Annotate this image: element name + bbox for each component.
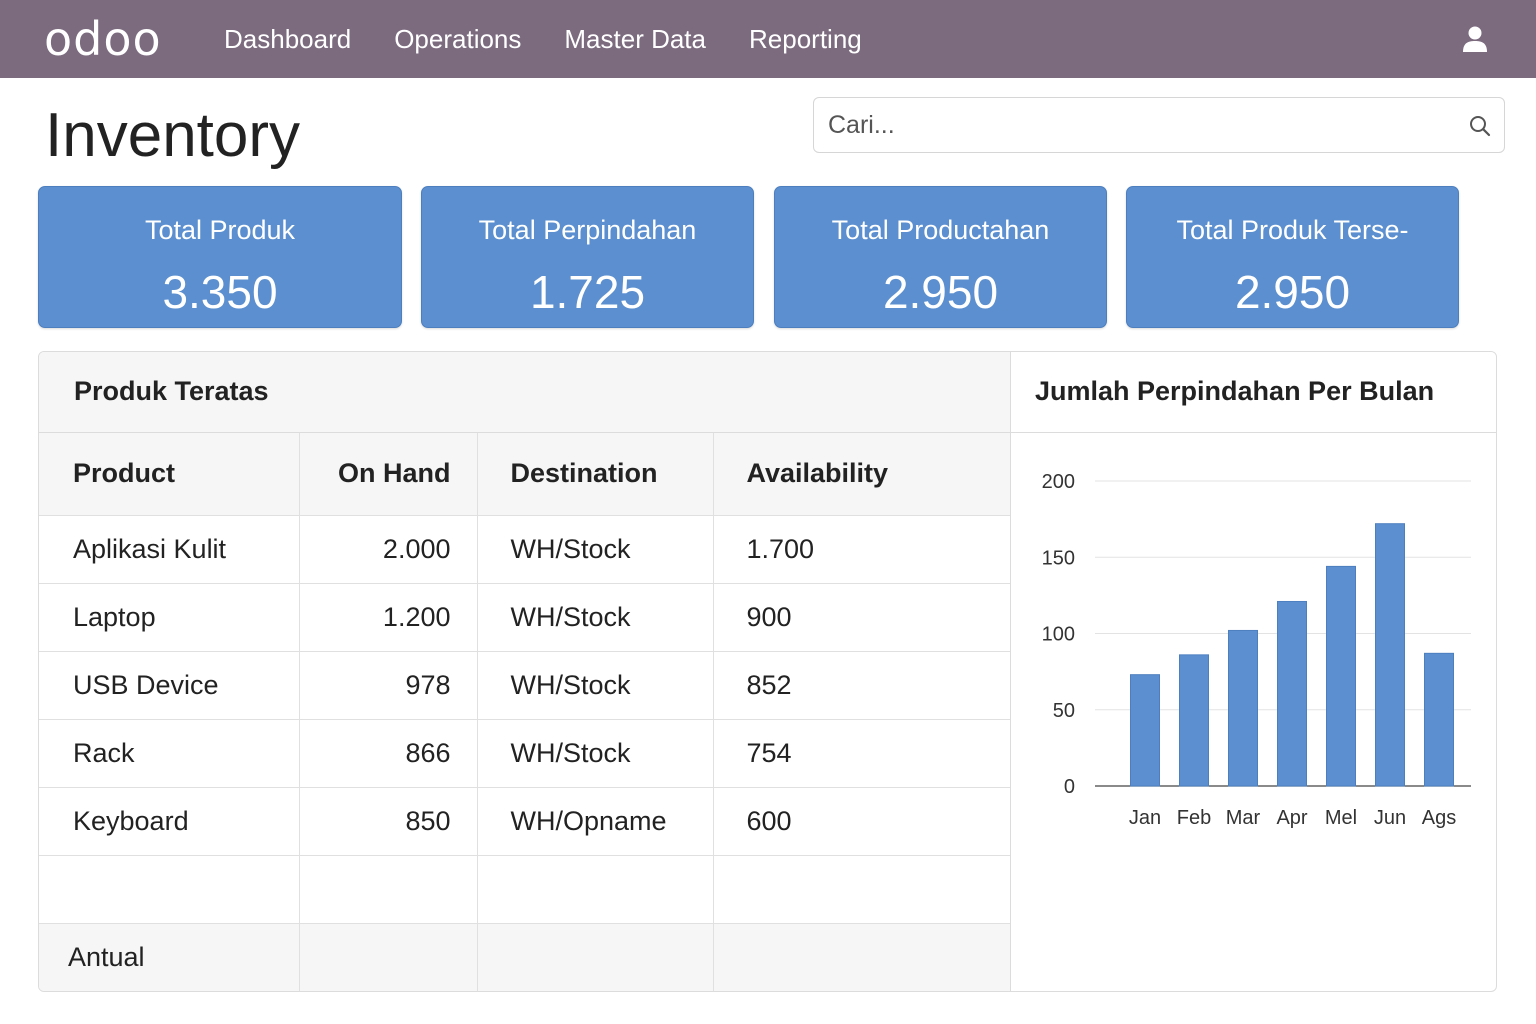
cell-availability: 1.700 (713, 515, 1010, 584)
card-total-perpindahan[interactable]: Total Perpindahan 1.725 (421, 186, 754, 328)
main-nav: Dashboard Operations Master Data Reporti… (224, 0, 905, 78)
cell-on-hand: 850 (299, 787, 478, 856)
table-row[interactable]: Keyboard 850 WH/Opname 600 (39, 787, 1010, 856)
user-icon[interactable] (1462, 25, 1488, 53)
x-tick-label: Jun (1374, 807, 1406, 829)
cell-product: USB Device (39, 651, 300, 720)
chart-panel-header: Jumlah Perpindahan Per Bulan (1011, 352, 1496, 433)
column-header-on-hand[interactable]: On Hand (299, 433, 478, 516)
x-tick-label: Apr (1276, 807, 1307, 829)
cell-destination: WH/Opname (477, 787, 714, 856)
card-total-produk[interactable]: Total Produk 3.350 (38, 186, 402, 328)
cell-destination: WH/Stock (477, 719, 714, 788)
search-box (813, 97, 1505, 153)
cell-availability: 852 (713, 651, 1010, 720)
cell-on-hand: 1.200 (299, 583, 478, 652)
x-tick-label: Mar (1226, 807, 1261, 829)
y-tick-label: 0 (1064, 776, 1075, 798)
bar-jan[interactable] (1130, 674, 1160, 787)
card-value: 2.950 (882, 266, 999, 318)
cell-on-hand: 2.000 (299, 515, 478, 584)
y-tick-label: 150 (1042, 547, 1075, 569)
card-value: 1.725 (529, 266, 646, 318)
bar-jun[interactable] (1375, 523, 1405, 787)
cell-product: Laptop (39, 583, 300, 652)
dashboard-panel: Produk Teratas Product On Hand Destinati… (38, 351, 1497, 992)
card-value: 3.350 (162, 266, 278, 318)
empty-cell (477, 855, 714, 924)
card-label: Total Productahan (831, 215, 1050, 245)
empty-cell (713, 855, 1010, 924)
table-footer-row: Antual (39, 923, 1010, 991)
bar-mar[interactable] (1228, 629, 1258, 787)
footer-cell (299, 923, 478, 991)
card-label: Total Produk Terse- (1176, 215, 1409, 245)
bar-ags[interactable] (1424, 652, 1454, 787)
search-icon[interactable] (1468, 114, 1492, 138)
column-header-product[interactable]: Product (39, 433, 300, 516)
card-total-produk-tersedia[interactable]: Total Produk Terse- 2.950 (1126, 186, 1459, 328)
monthly-movement-bar-chart: 0 50 100 150 200 Jan Feb Mar Apr Mel Jun Ags (1042, 471, 1471, 829)
search-input[interactable] (828, 98, 1448, 152)
cell-destination: WH/Stock (477, 583, 714, 652)
footer-cell (477, 923, 714, 991)
x-tick-label: Ags (1422, 807, 1456, 829)
chart-title: Jumlah Perpindahan Per Bulan (1035, 376, 1435, 406)
table-row[interactable]: Rack 866 WH/Stock 754 (39, 719, 1010, 788)
x-tick-label: Jan (1129, 807, 1161, 829)
table-row[interactable]: Aplikasi Kulit 2.000 WH/Stock 1.700 (39, 515, 1010, 584)
nav-operations[interactable]: Operations (394, 24, 521, 55)
bar-apr[interactable] (1277, 600, 1307, 787)
table-header-row: Product On Hand Destination Availability (39, 433, 1010, 516)
cell-availability: 754 (713, 719, 1010, 788)
cell-availability: 900 (713, 583, 1010, 652)
empty-cell (299, 855, 478, 924)
column-header-destination[interactable]: Destination (477, 433, 714, 516)
footer-cell (713, 923, 1010, 991)
chart-panel: Jumlah Perpindahan Per Bulan 0 50 100 150 20… (1010, 352, 1496, 991)
nav-dashboard[interactable]: Dashboard (224, 24, 351, 55)
column-header-availability[interactable]: Availability (713, 433, 1010, 516)
cell-product: Rack (39, 719, 300, 788)
y-tick-label: 200 (1042, 471, 1075, 493)
footer-label: Antual (39, 923, 300, 991)
top-products-table: Product On Hand Destination Availability… (39, 433, 1010, 991)
y-tick-label: 100 (1042, 624, 1075, 646)
table-panel-header: Produk Teratas (39, 352, 1010, 433)
card-value: 2.950 (1234, 266, 1351, 318)
cell-on-hand: 978 (299, 651, 478, 720)
bar-mel[interactable] (1326, 565, 1356, 787)
nav-master-data[interactable]: Master Data (564, 24, 706, 55)
empty-cell (39, 855, 300, 924)
table-row-empty (39, 855, 1010, 924)
table-row[interactable]: USB Device 978 WH/Stock 852 (39, 651, 1010, 720)
table-row[interactable]: Laptop 1.200 WH/Stock 900 (39, 583, 1010, 652)
x-tick-label: Mel (1325, 807, 1357, 829)
table-title: Produk Teratas (74, 376, 269, 406)
cell-on-hand: 866 (299, 719, 478, 788)
y-tick-label: 50 (1053, 700, 1075, 722)
top-navbar: odoo Dashboard Operations Master Data Re… (0, 0, 1536, 78)
card-label: Total Perpindahan (478, 215, 697, 245)
x-tick-label: Feb (1177, 807, 1211, 829)
bar-feb[interactable] (1179, 654, 1209, 787)
cell-product: Aplikasi Kulit (39, 515, 300, 584)
cell-availability: 600 (713, 787, 1010, 856)
nav-reporting[interactable]: Reporting (749, 24, 862, 55)
cell-destination: WH/Stock (477, 651, 714, 720)
cell-destination: WH/Stock (477, 515, 714, 584)
odoo-logo[interactable]: odoo (44, 12, 162, 66)
cell-product: Keyboard (39, 787, 300, 856)
card-label: Total Produk (144, 215, 296, 245)
card-total-productahan[interactable]: Total Productahan 2.950 (774, 186, 1107, 328)
page-title: Inventory (45, 101, 301, 170)
